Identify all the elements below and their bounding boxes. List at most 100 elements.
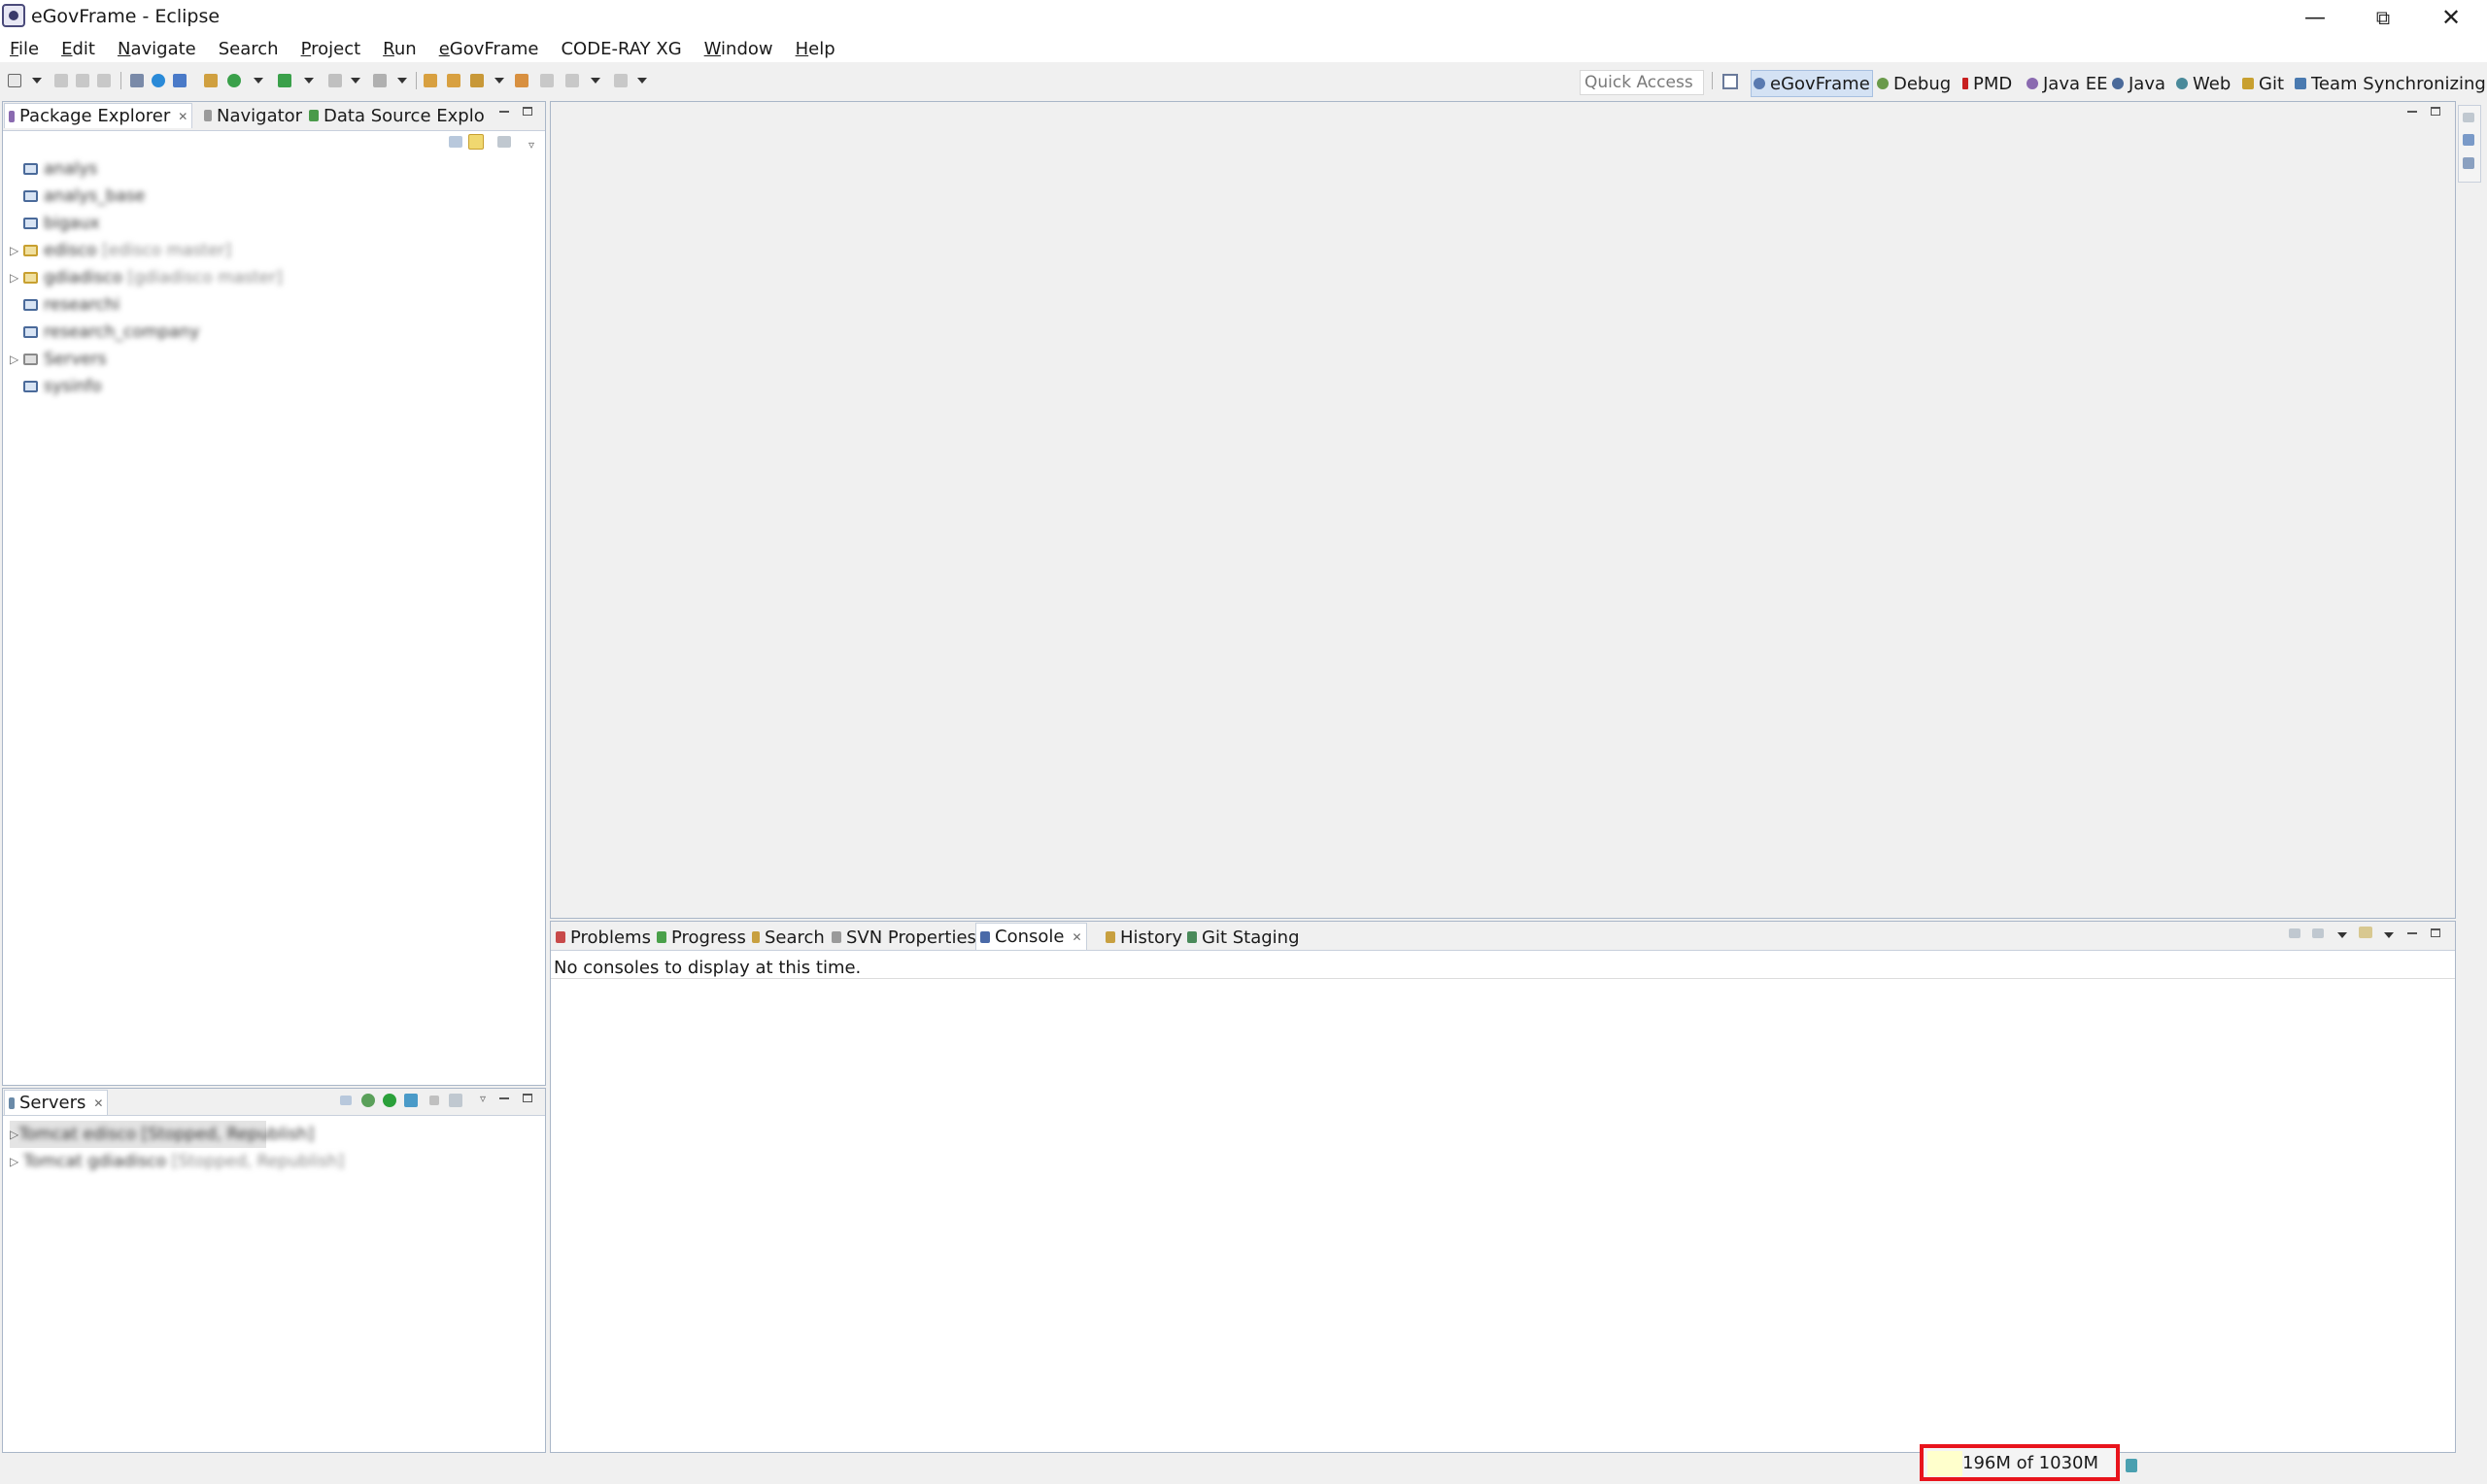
pin-console-icon[interactable] [2289,928,2300,938]
stop-dropdown-icon[interactable] [351,78,360,84]
perspective-pmd[interactable]: PMD [1960,70,2014,97]
display-console-dropdown-icon[interactable] [2337,932,2347,938]
new-icon[interactable] [8,74,21,87]
print-icon[interactable] [97,74,111,87]
perspective-java[interactable]: Java [2110,70,2167,97]
server-row[interactable]: ▷ Tomcat edisco [Stopped, Republish] [10,1121,314,1148]
new-dropdown-icon[interactable] [32,78,42,84]
open-resource-icon[interactable] [447,74,460,87]
restore-window-button[interactable]: ⧉ [2349,0,2417,35]
save-all-icon[interactable] [76,74,89,87]
run-dropdown-icon[interactable] [254,78,263,84]
menu-navigate[interactable]: Navigate [118,39,196,59]
tab-problems[interactable]: Problems [552,925,655,950]
minimize-window-button[interactable]: — [2281,0,2349,35]
maximize-editor-icon[interactable] [2431,107,2440,116]
menu-egovframe[interactable]: eGovFrame [439,39,539,59]
tree-item[interactable]: bigaux [10,210,534,237]
focus-icon[interactable] [497,136,511,148]
expand-icon[interactable]: ▷ [10,1155,23,1168]
menu-window[interactable]: Window [704,39,773,59]
open-perspective-icon[interactable] [1722,74,1738,89]
stop-server-icon[interactable] [429,1096,439,1105]
tab-navigator[interactable]: Navigator [200,103,306,128]
expand-icon[interactable]: ▷ [10,244,23,257]
perspective-debug[interactable]: Debug [1875,70,1953,97]
menu-search[interactable]: Search [219,39,279,59]
tab-git-staging[interactable]: Git Staging [1183,925,1304,950]
close-tab-icon[interactable]: ✕ [93,1096,103,1110]
search-dropdown-icon[interactable] [494,78,504,84]
tab-servers[interactable]: Servers ✕ [4,1090,109,1115]
open-console-dropdown-icon[interactable] [2384,932,2394,938]
perspective-team-synchronizing[interactable]: Team Synchronizing [2293,70,2487,97]
tab-search[interactable]: Search [748,925,829,950]
close-tab-icon[interactable]: ✕ [178,110,187,123]
tab-history[interactable]: History [1102,925,1186,950]
open-console-icon[interactable] [2359,927,2372,938]
forward-dropdown-icon[interactable] [637,78,647,84]
tree-item[interactable]: analys [10,155,534,183]
minimize-view-icon[interactable] [499,111,509,113]
tree-item[interactable]: ▷ Servers [10,346,534,373]
debug-dropdown-icon[interactable] [304,78,314,84]
link-with-editor-icon[interactable] [468,134,484,150]
stop-icon[interactable] [328,74,342,87]
quick-access-input[interactable]: Quick Access [1580,70,1704,95]
publish-icon[interactable] [449,1094,462,1107]
menu-help[interactable]: Help [796,39,835,59]
minimize-view-icon[interactable] [2407,932,2417,934]
expand-icon[interactable]: ▷ [10,353,23,366]
maximize-view-icon[interactable] [523,1094,532,1102]
perspective-git[interactable]: Git [2240,70,2286,97]
external-tools-dropdown-icon[interactable] [397,78,407,84]
expand-icon[interactable]: ▷ [10,271,23,285]
maximize-view-icon[interactable] [523,107,532,116]
tab-svn-properties[interactable]: SVN Properties [828,925,980,950]
tab-console[interactable]: Console ✕ [975,923,1087,950]
external-tools-icon[interactable] [373,74,387,87]
minimize-editor-icon[interactable] [2407,111,2417,113]
view-menu-icon[interactable]: ▿ [528,138,534,152]
refresh-icon[interactable] [152,74,165,87]
sync-icon[interactable] [173,74,187,87]
display-console-icon[interactable] [2312,928,2324,938]
start-server-icon[interactable] [383,1094,396,1107]
tree-item[interactable]: analys_base [10,183,534,210]
minimize-view-icon[interactable] [499,1097,509,1099]
perspective-web[interactable]: Web [2174,70,2232,97]
terminal-icon[interactable] [130,74,144,87]
maximize-view-icon[interactable] [2431,928,2440,937]
collapse-all-icon[interactable] [449,136,462,148]
menu-file[interactable]: File [10,39,39,59]
outline-icon[interactable] [2463,134,2474,146]
back-dropdown-icon[interactable] [591,78,600,84]
perspective-java-ee[interactable]: Java EE [2025,70,2110,97]
menu-project[interactable]: Project [301,39,361,59]
debug-server-icon[interactable] [361,1094,375,1107]
close-window-button[interactable]: ✕ [2417,0,2485,35]
profile-server-icon[interactable] [404,1094,418,1107]
search-tool-icon[interactable] [470,74,484,87]
tab-progress[interactable]: Progress [653,925,750,950]
tree-item[interactable]: ▷ gdiadisco [gdiadisco master] [10,264,534,291]
collapse-all-icon[interactable] [340,1096,352,1105]
menu-edit[interactable]: Edit [61,39,95,59]
expand-icon[interactable]: ▷ [10,1128,18,1141]
last-edit-icon[interactable] [540,74,554,87]
view-menu-icon[interactable]: ▿ [480,1092,486,1105]
restore-icon[interactable] [2463,113,2474,122]
tree-item[interactable]: ▷ edisco [edisco master] [10,237,534,264]
forward-icon[interactable] [614,74,628,87]
build-icon[interactable] [204,74,218,87]
perspective-egovframe[interactable]: eGovFrame [1751,70,1873,97]
close-tab-icon[interactable]: ✕ [1072,930,1081,944]
tree-item[interactable]: researchi [10,291,534,319]
back-icon[interactable] [565,74,579,87]
garbage-collect-icon[interactable] [2126,1459,2137,1472]
menu-run[interactable]: Run [383,39,417,59]
server-row[interactable]: ▷ Tomcat gdiadisco [Stopped, Republish] [10,1148,534,1175]
open-task-icon[interactable] [515,74,528,87]
run-icon[interactable] [227,74,241,87]
tree-item[interactable]: sysinfo [10,373,534,400]
